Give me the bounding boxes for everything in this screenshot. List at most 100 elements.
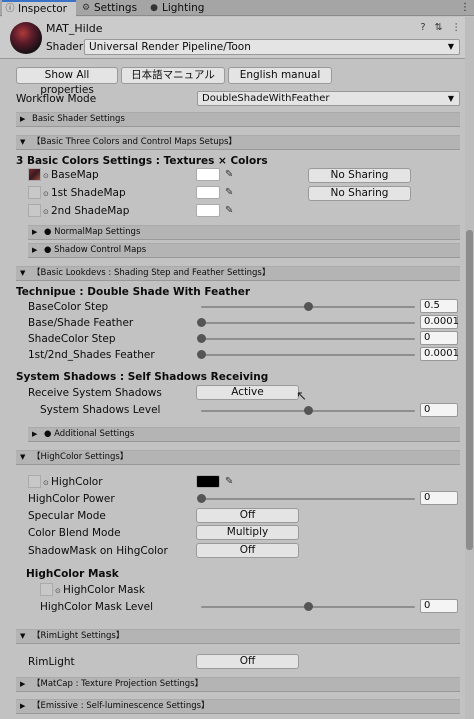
- shader-dropdown[interactable]: Universal Render Pipeline/Toon ▼: [84, 39, 460, 55]
- highcolor-mask-level-label: HighColor Mask Level: [40, 601, 153, 613]
- basemap-sharing-button[interactable]: No Sharing: [308, 168, 411, 183]
- english-manual-button[interactable]: English manual: [228, 67, 332, 84]
- highcolor-texture-slot[interactable]: [28, 475, 41, 488]
- highcolor-power-field[interactable]: 0: [420, 491, 458, 505]
- slider-handle[interactable]: [304, 602, 313, 611]
- color-blend-mode-toggle[interactable]: Multiply: [196, 525, 299, 540]
- specular-mode-label: Specular Mode: [28, 510, 106, 522]
- expanded-arrow-icon: ▼: [20, 138, 26, 146]
- rimlight-toggle[interactable]: Off: [196, 654, 299, 669]
- material-preview-thumbnail: [10, 22, 42, 54]
- more-menu-icon[interactable]: ⋮: [460, 2, 470, 13]
- receive-system-shadows-toggle[interactable]: Active: [196, 385, 299, 400]
- slider-handle[interactable]: [197, 334, 206, 343]
- system-shadows-level-label: System Shadows Level: [40, 404, 161, 416]
- subsection-shadow-control-maps[interactable]: ▶ ● Shadow Control Maps: [28, 243, 460, 258]
- slider-handle[interactable]: [304, 302, 313, 311]
- object-picker-icon[interactable]: ⊙: [43, 172, 49, 180]
- shadowmask-on-highcolor-toggle[interactable]: Off: [196, 543, 299, 558]
- 1st-shademap-texture-slot[interactable]: [28, 186, 41, 199]
- receive-system-shadows-label: Receive System Shadows: [28, 387, 162, 399]
- section-title: Basic Shader Settings: [32, 114, 125, 124]
- section-emissive[interactable]: ▶ 【Emissive : Self-luminescence Settings…: [16, 699, 460, 714]
- section-title: 【RimLight Settings】: [32, 631, 125, 641]
- section-highcolor[interactable]: ▼ 【HighColor Settings】: [16, 450, 460, 465]
- show-all-properties-button[interactable]: Show All properties: [16, 67, 118, 96]
- slider-handle[interactable]: [197, 318, 206, 327]
- tab-inspector-label: Inspector: [18, 3, 67, 15]
- chevron-down-icon: ▼: [447, 94, 454, 103]
- 2nd-shademap-texture-slot[interactable]: [28, 204, 41, 217]
- collapsed-arrow-icon: ▶: [32, 228, 38, 236]
- scrollbar-thumb[interactable]: [466, 230, 473, 550]
- collapsed-arrow-icon: ▶: [32, 430, 38, 438]
- object-picker-icon[interactable]: ⊙: [43, 190, 49, 198]
- step-row-label: Base/Shade Feather: [28, 317, 134, 329]
- step-row-slider[interactable]: [201, 354, 415, 356]
- system-shadows-title: System Shadows : Self Shadows Receiving: [16, 371, 269, 383]
- material-header: MAT_Hilde Shader Universal Render Pipeli…: [0, 17, 474, 59]
- specular-mode-toggle[interactable]: Off: [196, 508, 299, 523]
- section-basic-shader-settings[interactable]: ▶ Basic Shader Settings: [16, 112, 460, 127]
- step-row-value-field[interactable]: 0.0001: [420, 347, 459, 361]
- color-blend-mode-label: Color Blend Mode: [28, 527, 121, 539]
- subsection-normalmap[interactable]: ▶ ● NormalMap Settings: [28, 225, 460, 240]
- slider-handle[interactable]: [197, 494, 206, 503]
- technique-title: Technipue : Double Shade With Feather: [16, 286, 251, 298]
- slider-handle[interactable]: [304, 406, 313, 415]
- expanded-arrow-icon: ▼: [20, 269, 26, 277]
- step-row-value-field[interactable]: 0.0001: [420, 315, 459, 329]
- info-icon: ⓘ: [5, 4, 15, 14]
- shadowmask-on-highcolor-label: ShadowMask on HihgColor: [28, 545, 168, 557]
- object-picker-icon[interactable]: ⊙: [43, 479, 49, 487]
- expanded-arrow-icon: ▼: [20, 453, 26, 461]
- tab-settings-label: Settings: [94, 2, 138, 14]
- step-row-value-field[interactable]: 0: [420, 331, 458, 345]
- object-picker-icon[interactable]: ⊙: [55, 587, 61, 595]
- object-picker-icon[interactable]: ⊙: [43, 208, 49, 216]
- highcolor-mask-texture-slot[interactable]: [40, 583, 53, 596]
- highcolor-power-slider[interactable]: [201, 498, 415, 500]
- japanese-manual-button[interactable]: 日本語マニュアル: [121, 67, 225, 84]
- material-name: MAT_Hilde: [46, 22, 103, 35]
- section-title: 【Emissive : Self-luminescence Settings】: [32, 701, 210, 711]
- 1st-shademap-color-swatch[interactable]: [196, 186, 220, 199]
- tab-inspector[interactable]: ⓘ Inspector: [2, 0, 76, 17]
- eyedropper-icon[interactable]: ✎: [225, 188, 235, 198]
- 1st-shademap-sharing-button[interactable]: No Sharing: [308, 186, 411, 201]
- eyedropper-icon[interactable]: ✎: [225, 206, 235, 216]
- section-three-colors[interactable]: ▼ 【Basic Three Colors and Control Maps S…: [16, 135, 460, 150]
- basemap-color-swatch[interactable]: [196, 168, 220, 181]
- basemap-texture-slot[interactable]: [28, 168, 41, 181]
- eyedropper-icon[interactable]: ✎: [225, 170, 235, 180]
- slider-handle[interactable]: [197, 350, 206, 359]
- 2nd-shademap-color-swatch[interactable]: [196, 204, 220, 217]
- highcolor-mask-level-field[interactable]: 0: [420, 599, 458, 613]
- highcolor-mask-title: HighColor Mask: [26, 568, 119, 580]
- rimlight-label: RimLight: [28, 656, 75, 668]
- step-row-value-field[interactable]: 0.5: [420, 299, 458, 313]
- colors-settings-title: 3 Basic Colors Settings : Textures × Col…: [16, 155, 268, 167]
- section-lookdevs[interactable]: ▼ 【Basic Lookdevs : Shading Step and Fea…: [16, 266, 460, 281]
- workflow-mode-value: DoubleShadeWithFeather: [202, 93, 330, 104]
- eyedropper-icon[interactable]: ✎: [225, 477, 235, 487]
- section-title: 【HighColor Settings】: [32, 452, 129, 462]
- system-shadows-level-field[interactable]: 0: [420, 403, 458, 417]
- section-rimlight[interactable]: ▼ 【RimLight Settings】: [16, 629, 460, 644]
- highcolor-color-swatch[interactable]: [196, 475, 220, 488]
- workflow-mode-dropdown[interactable]: DoubleShadeWithFeather ▼: [197, 91, 460, 106]
- shader-label: Shader: [46, 41, 84, 53]
- 1st-shademap-label: 1st ShadeMap: [51, 187, 126, 199]
- section-matcap[interactable]: ▶ 【MatCap : Texture Projection Settings】: [16, 677, 460, 692]
- step-row-slider[interactable]: [201, 338, 415, 340]
- tab-settings[interactable]: ⚙ Settings: [78, 0, 144, 16]
- step-row-slider[interactable]: [201, 322, 415, 324]
- collapsed-arrow-icon: ▶: [20, 680, 26, 688]
- collapsed-arrow-icon: ▶: [20, 702, 26, 710]
- chevron-down-icon: ▼: [447, 42, 454, 51]
- workflow-mode-label: Workflow Mode: [16, 93, 97, 105]
- highcolor-mask-label: HighColor Mask: [63, 584, 145, 596]
- tab-lighting[interactable]: ● Lighting: [146, 0, 212, 16]
- subsection-additional-settings[interactable]: ▶ ● Additional Settings: [28, 427, 460, 442]
- help-preset-menu-icons[interactable]: ? ⇅ ⋮: [420, 22, 464, 33]
